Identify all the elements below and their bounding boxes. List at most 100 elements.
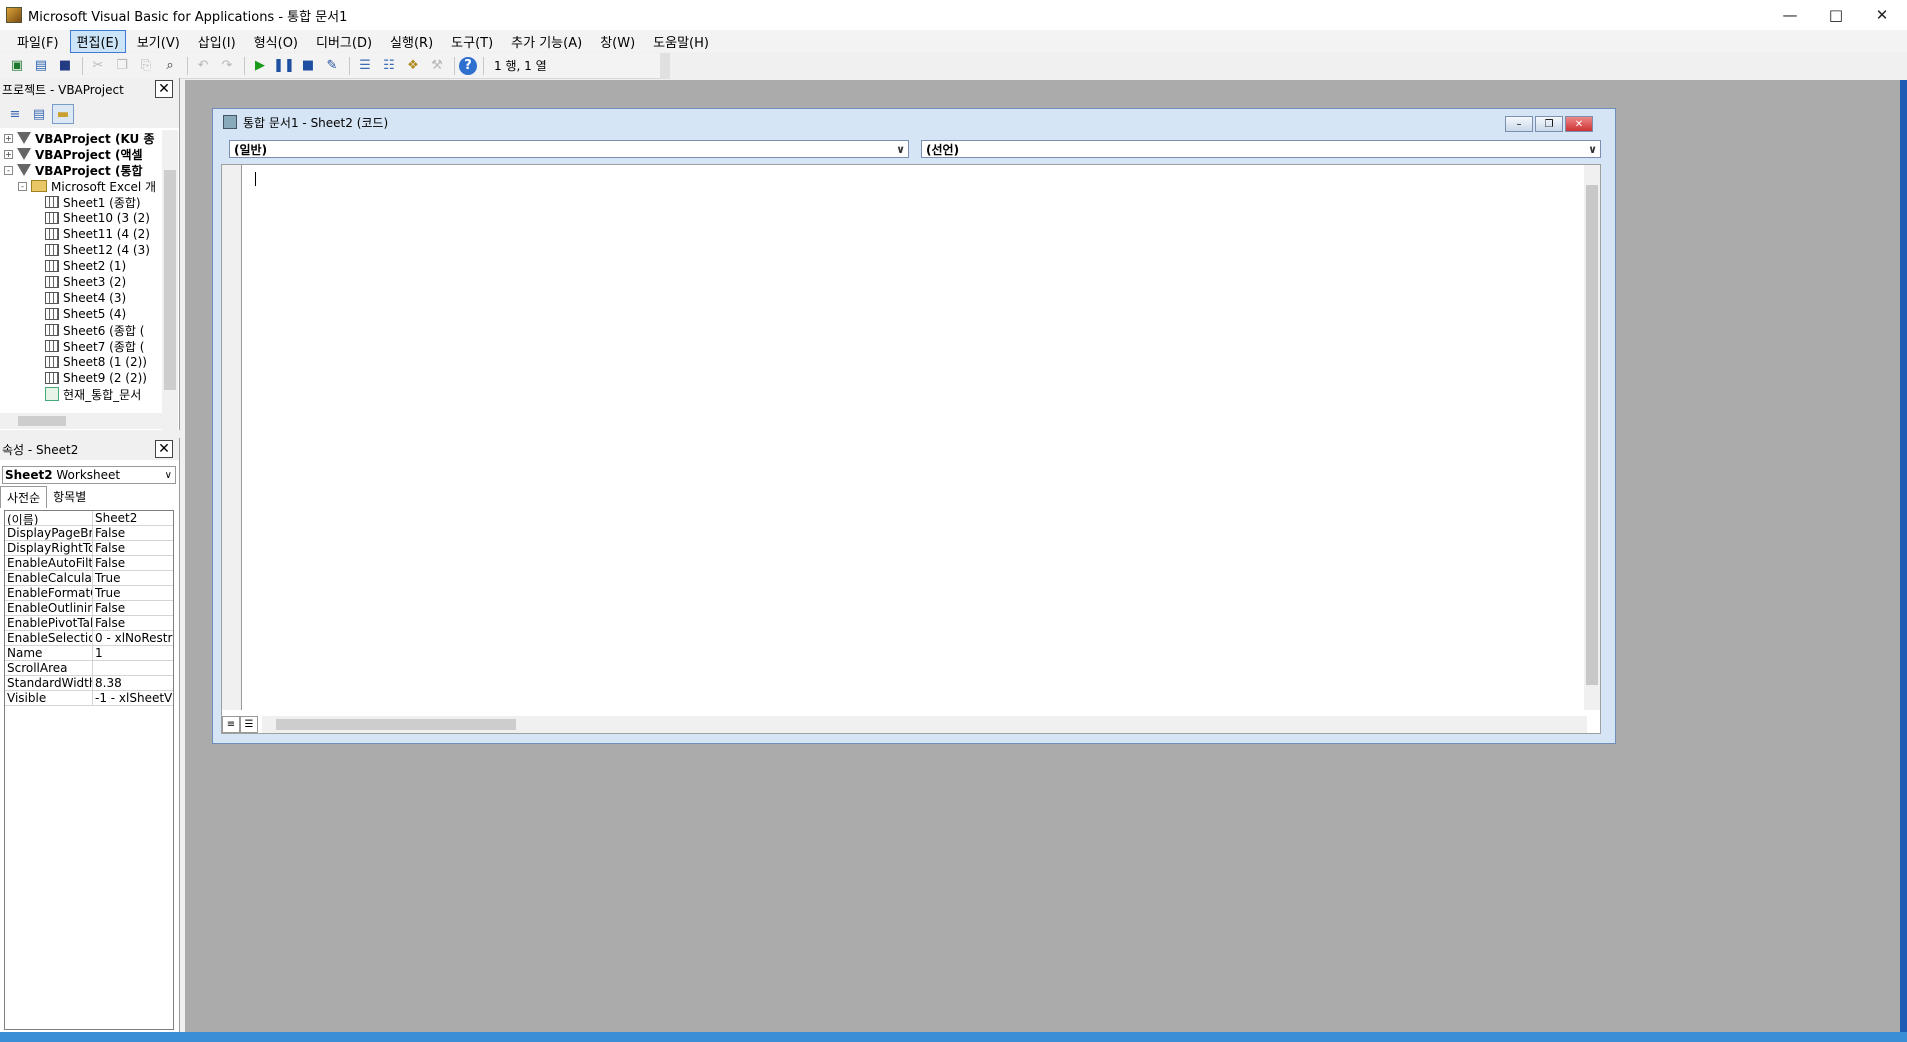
copy-icon[interactable]: ❐ [111, 56, 133, 76]
menu-item-7[interactable]: 도구(T) [444, 30, 500, 53]
full-module-view-icon[interactable]: ☰ [240, 716, 258, 733]
properties-object-dropdown[interactable]: Sheet2 Worksheet ∨ [2, 466, 176, 484]
tree-node[interactable]: - Microsoft Excel 개 [0, 178, 158, 194]
menu-item-6[interactable]: 실행(R) [383, 30, 440, 53]
menu-item-10[interactable]: 도움말(H) [646, 30, 716, 53]
tree-node[interactable]: Sheet7 (종합 ( [0, 338, 158, 354]
expand-icon[interactable]: + [4, 149, 13, 159]
menu-item-1[interactable]: 편집(E) [69, 29, 126, 53]
procedure-combo[interactable]: (선언) ∨ [921, 140, 1601, 158]
property-value[interactable]: False [93, 616, 173, 630]
project-explorer-icon[interactable]: ☰ [354, 56, 376, 76]
property-value[interactable]: 8.38 [93, 676, 173, 690]
code-hscroll[interactable] [262, 716, 1587, 733]
property-row[interactable]: (이름) Sheet2 [5, 511, 173, 526]
tree-node[interactable]: Sheet9 (2 (2)) [0, 370, 158, 386]
property-row[interactable]: EnableSelectio 0 - xlNoRestri [5, 631, 173, 646]
property-value[interactable]: Sheet2 [93, 511, 173, 525]
property-row[interactable]: ScrollArea [5, 661, 173, 676]
tree-node[interactable]: Sheet8 (1 (2)) [0, 354, 158, 370]
tree-node[interactable]: Sheet11 (4 (2) [0, 226, 158, 242]
code-vscroll[interactable] [1584, 165, 1600, 710]
property-row[interactable]: EnableFormatC True [5, 586, 173, 601]
tree-node[interactable]: Sheet1 (종합) [0, 194, 158, 210]
scroll-thumb[interactable] [1586, 185, 1598, 685]
object-browser-icon[interactable]: ❖ [402, 56, 424, 76]
collapse-icon[interactable]: - [4, 165, 13, 175]
object-combo[interactable]: (일반) ∨ [229, 140, 909, 158]
code-restore-button[interactable]: ❐ [1535, 116, 1563, 132]
menu-item-9[interactable]: 창(W) [593, 30, 642, 53]
project-tree-hscroll[interactable] [0, 413, 162, 429]
margin-indicator-bar[interactable] [222, 165, 242, 710]
property-value[interactable]: 0 - xlNoRestri [93, 631, 173, 645]
menu-item-8[interactable]: 추가 기능(A) [504, 30, 589, 53]
menu-item-0[interactable]: 파일(F) [10, 30, 66, 53]
scroll-thumb[interactable] [18, 416, 66, 426]
menu-item-5[interactable]: 디버그(D) [309, 30, 379, 53]
paste-icon[interactable]: ⎘ [135, 56, 157, 76]
menu-item-3[interactable]: 삽입(I) [191, 30, 243, 53]
undo-icon[interactable]: ↶ [192, 56, 214, 76]
property-row[interactable]: EnableAutoFilte False [5, 556, 173, 571]
procedure-view-icon[interactable]: ≡ [222, 716, 240, 733]
property-value[interactable]: 1 [93, 646, 173, 660]
tab-alphabetic[interactable]: 사전순 [0, 486, 48, 508]
property-row[interactable]: DisplayRightTo False [5, 541, 173, 556]
tree-node[interactable]: Sheet2 (1) [0, 258, 158, 274]
code-close-button[interactable]: ✕ [1565, 116, 1593, 132]
tree-node[interactable]: + VBAProject (액셀 [0, 146, 158, 162]
design-mode-icon[interactable]: ✎ [321, 56, 343, 76]
save-icon[interactable]: ■ [54, 56, 76, 76]
view-excel-icon[interactable]: ▣ [6, 56, 28, 76]
property-row[interactable]: EnableCalculat True [5, 571, 173, 586]
tree-node[interactable]: Sheet6 (종합 ( [0, 322, 158, 338]
collapse-icon[interactable]: - [18, 181, 27, 191]
toolbox-icon[interactable]: ⚒ [426, 56, 448, 76]
menu-item-4[interactable]: 형식(O) [247, 30, 305, 53]
scroll-thumb[interactable] [276, 719, 516, 730]
toolbar-overflow-grip[interactable] [660, 53, 670, 79]
property-value[interactable]: False [93, 601, 173, 615]
property-row[interactable]: StandardWidth 8.38 [5, 676, 173, 691]
menu-item-2[interactable]: 보기(V) [130, 30, 187, 53]
expand-icon[interactable]: + [4, 133, 13, 143]
view-object-icon[interactable]: ▤ [28, 104, 50, 124]
property-value[interactable]: -1 - xlSheetV [93, 691, 173, 705]
property-row[interactable]: Name 1 [5, 646, 173, 661]
help-icon[interactable]: ? [459, 56, 477, 75]
tree-node[interactable]: Sheet3 (2) [0, 274, 158, 290]
toggle-folders-icon[interactable]: ▬ [52, 104, 74, 124]
tree-node[interactable]: Sheet10 (3 (2) [0, 210, 158, 226]
property-row[interactable]: EnablePivotTab False [5, 616, 173, 631]
property-row[interactable]: DisplayPageBr False [5, 526, 173, 541]
property-value[interactable]: False [93, 556, 173, 570]
scroll-thumb[interactable] [164, 170, 176, 390]
property-value[interactable] [93, 661, 173, 675]
minimize-button[interactable]: — [1767, 0, 1813, 30]
properties-window-icon[interactable]: ☷ [378, 56, 400, 76]
property-row[interactable]: Visible -1 - xlSheetV [5, 691, 173, 706]
close-properties-button[interactable]: ✕ [155, 440, 173, 458]
run-icon[interactable]: ▶ [249, 56, 271, 76]
close-project-explorer-button[interactable]: ✕ [155, 80, 173, 98]
reset-icon[interactable]: ■ [297, 56, 319, 76]
code-minimize-button[interactable]: – [1505, 116, 1533, 132]
redo-icon[interactable]: ↷ [216, 56, 238, 76]
close-button[interactable]: ✕ [1859, 0, 1905, 30]
maximize-button[interactable]: □ [1813, 0, 1859, 30]
tab-categorized[interactable]: 항목별 [47, 486, 92, 508]
tree-node[interactable]: 현재_통합_문서 [0, 386, 158, 402]
tree-node[interactable]: + VBAProject (KU 종 [0, 130, 158, 146]
property-value[interactable]: False [93, 526, 173, 540]
property-value[interactable]: False [93, 541, 173, 555]
property-value[interactable]: True [93, 586, 173, 600]
view-code-icon[interactable]: ≡ [4, 104, 26, 124]
code-editor[interactable]: ≡ ☰ [221, 164, 1601, 734]
cut-icon[interactable]: ✂ [87, 56, 109, 76]
tree-node[interactable]: Sheet12 (4 (3) [0, 242, 158, 258]
break-icon[interactable]: ❚❚ [273, 56, 295, 76]
insert-userform-icon[interactable]: ▤ [30, 56, 52, 76]
property-value[interactable]: True [93, 571, 173, 585]
tree-node[interactable]: Sheet4 (3) [0, 290, 158, 306]
